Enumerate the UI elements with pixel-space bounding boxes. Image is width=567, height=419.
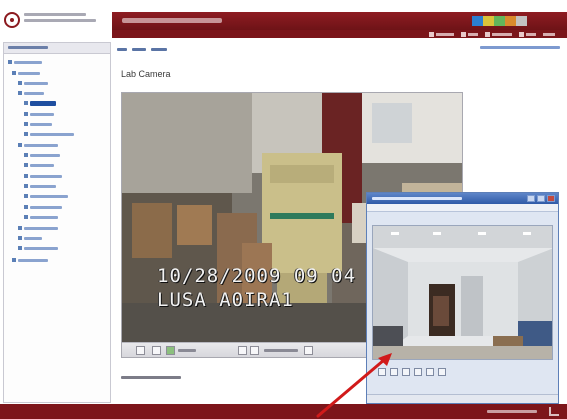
- arrow-icon: [316, 358, 386, 418]
- annotation-arrow: [316, 353, 392, 418]
